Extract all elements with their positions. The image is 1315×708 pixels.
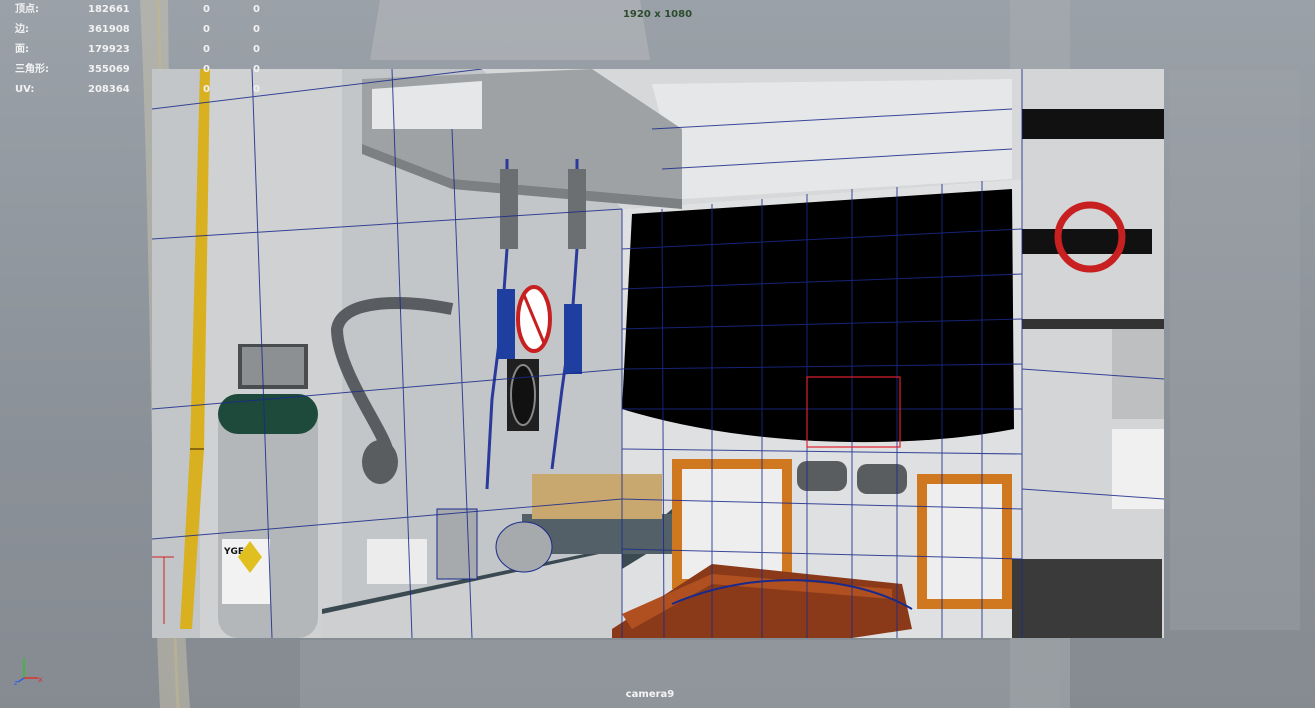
stat-value: 361908 <box>88 24 130 35</box>
stat-selected: 0 <box>203 64 210 75</box>
stat-row-edges: 边: 361908 0 0 <box>15 20 275 40</box>
stat-selected: 0 <box>203 84 210 95</box>
stat-label: UV: <box>15 84 35 95</box>
stat-label: 边: <box>15 24 29 35</box>
stat-row-faces: 面: 179923 0 0 <box>15 40 275 60</box>
stat-selected: 0 <box>203 44 210 55</box>
stat-other: 0 <box>253 44 260 55</box>
stat-selected: 0 <box>203 24 210 35</box>
axis-gizmo-icon: x y z <box>14 656 43 686</box>
camera-name-label: camera9 <box>625 689 675 700</box>
render-region[interactable]: YGEN <box>152 69 1164 638</box>
stat-other: 0 <box>253 84 260 95</box>
stat-other: 0 <box>253 24 260 35</box>
ambulance-scene: YGEN <box>152 69 1164 638</box>
stat-value: 179923 <box>88 44 130 55</box>
stat-value: 208364 <box>88 84 130 95</box>
axis-x-label: x <box>38 675 43 684</box>
stat-label: 面: <box>15 44 29 55</box>
stat-row-triangles: 三角形: 355069 0 0 <box>15 60 275 80</box>
resolution-gate-label: 1920 x 1080 <box>622 9 693 20</box>
stat-other: 0 <box>253 64 260 75</box>
stat-label: 三角形: <box>15 64 49 75</box>
stat-value: 355069 <box>88 64 130 75</box>
stat-row-uvs: UV: 208364 0 0 <box>15 80 275 100</box>
axis-z-label: z <box>14 679 18 686</box>
axis-y-label: y <box>22 656 26 664</box>
